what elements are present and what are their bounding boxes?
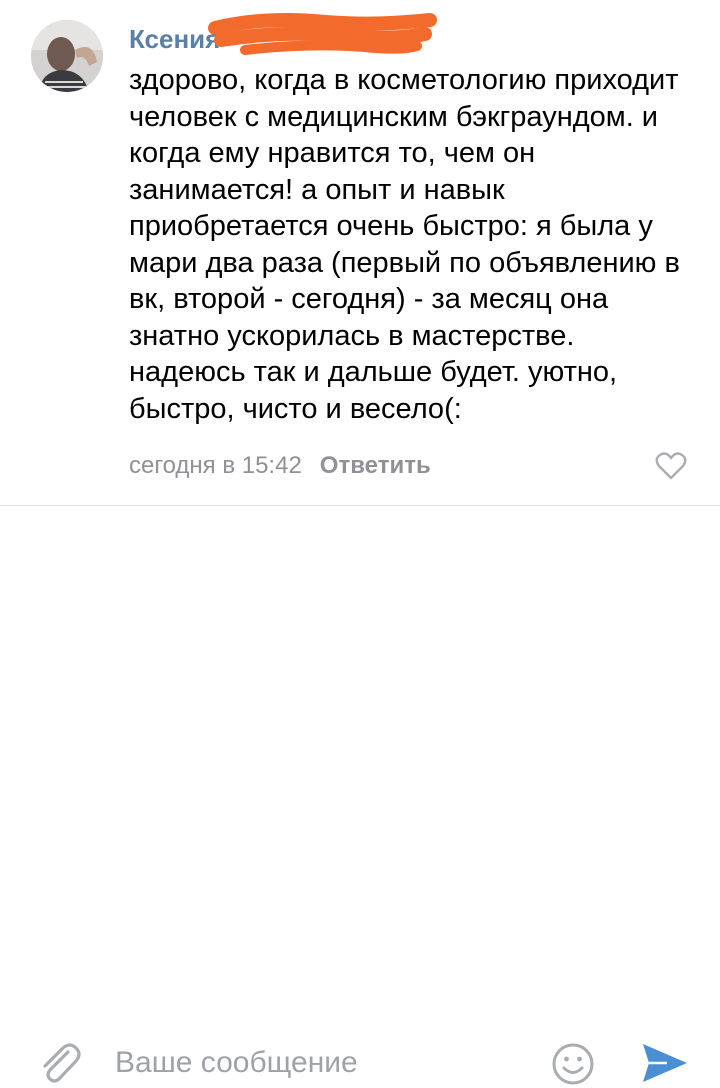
smile-icon[interactable] <box>551 1042 595 1086</box>
send-icon[interactable] <box>641 1041 689 1085</box>
paperclip-icon[interactable] <box>34 1038 84 1088</box>
avatar[interactable] <box>31 20 103 92</box>
comment-date: сегодня в 15:42 <box>129 452 302 479</box>
comment-text: здорово, когда в косметологию приходит ч… <box>129 64 680 425</box>
reply-button[interactable]: Ответить <box>320 452 431 479</box>
message-composer <box>0 506 720 1085</box>
comment-meta: сегодня в 15:42 Ответить <box>129 450 431 482</box>
message-input[interactable] <box>115 1043 515 1083</box>
heart-icon[interactable] <box>655 451 687 481</box>
redaction-scribble <box>208 13 437 55</box>
comment: Ксения здорово, когда в косметологию при… <box>0 0 720 500</box>
